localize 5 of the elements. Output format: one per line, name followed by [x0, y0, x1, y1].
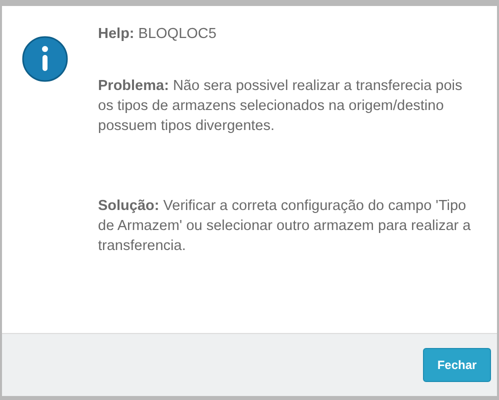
help-paragraph: Solução: Verificar a correta configuração do campo 'Tipo de Armazem' ou selecionar outro armazem para realizar a transferencia.: [98, 197, 472, 256]
help-paragraph: Problema: Não sera possivel realizar a transferecia pois os tipos de armazens selecionados na origem/destino possuem tipos divergentes.: [98, 77, 464, 136]
help-title: Help: BLOQLOC5: [98, 25, 218, 44]
close-button[interactable]: Fechar: [423, 348, 491, 382]
info-icon: [22, 36, 68, 82]
